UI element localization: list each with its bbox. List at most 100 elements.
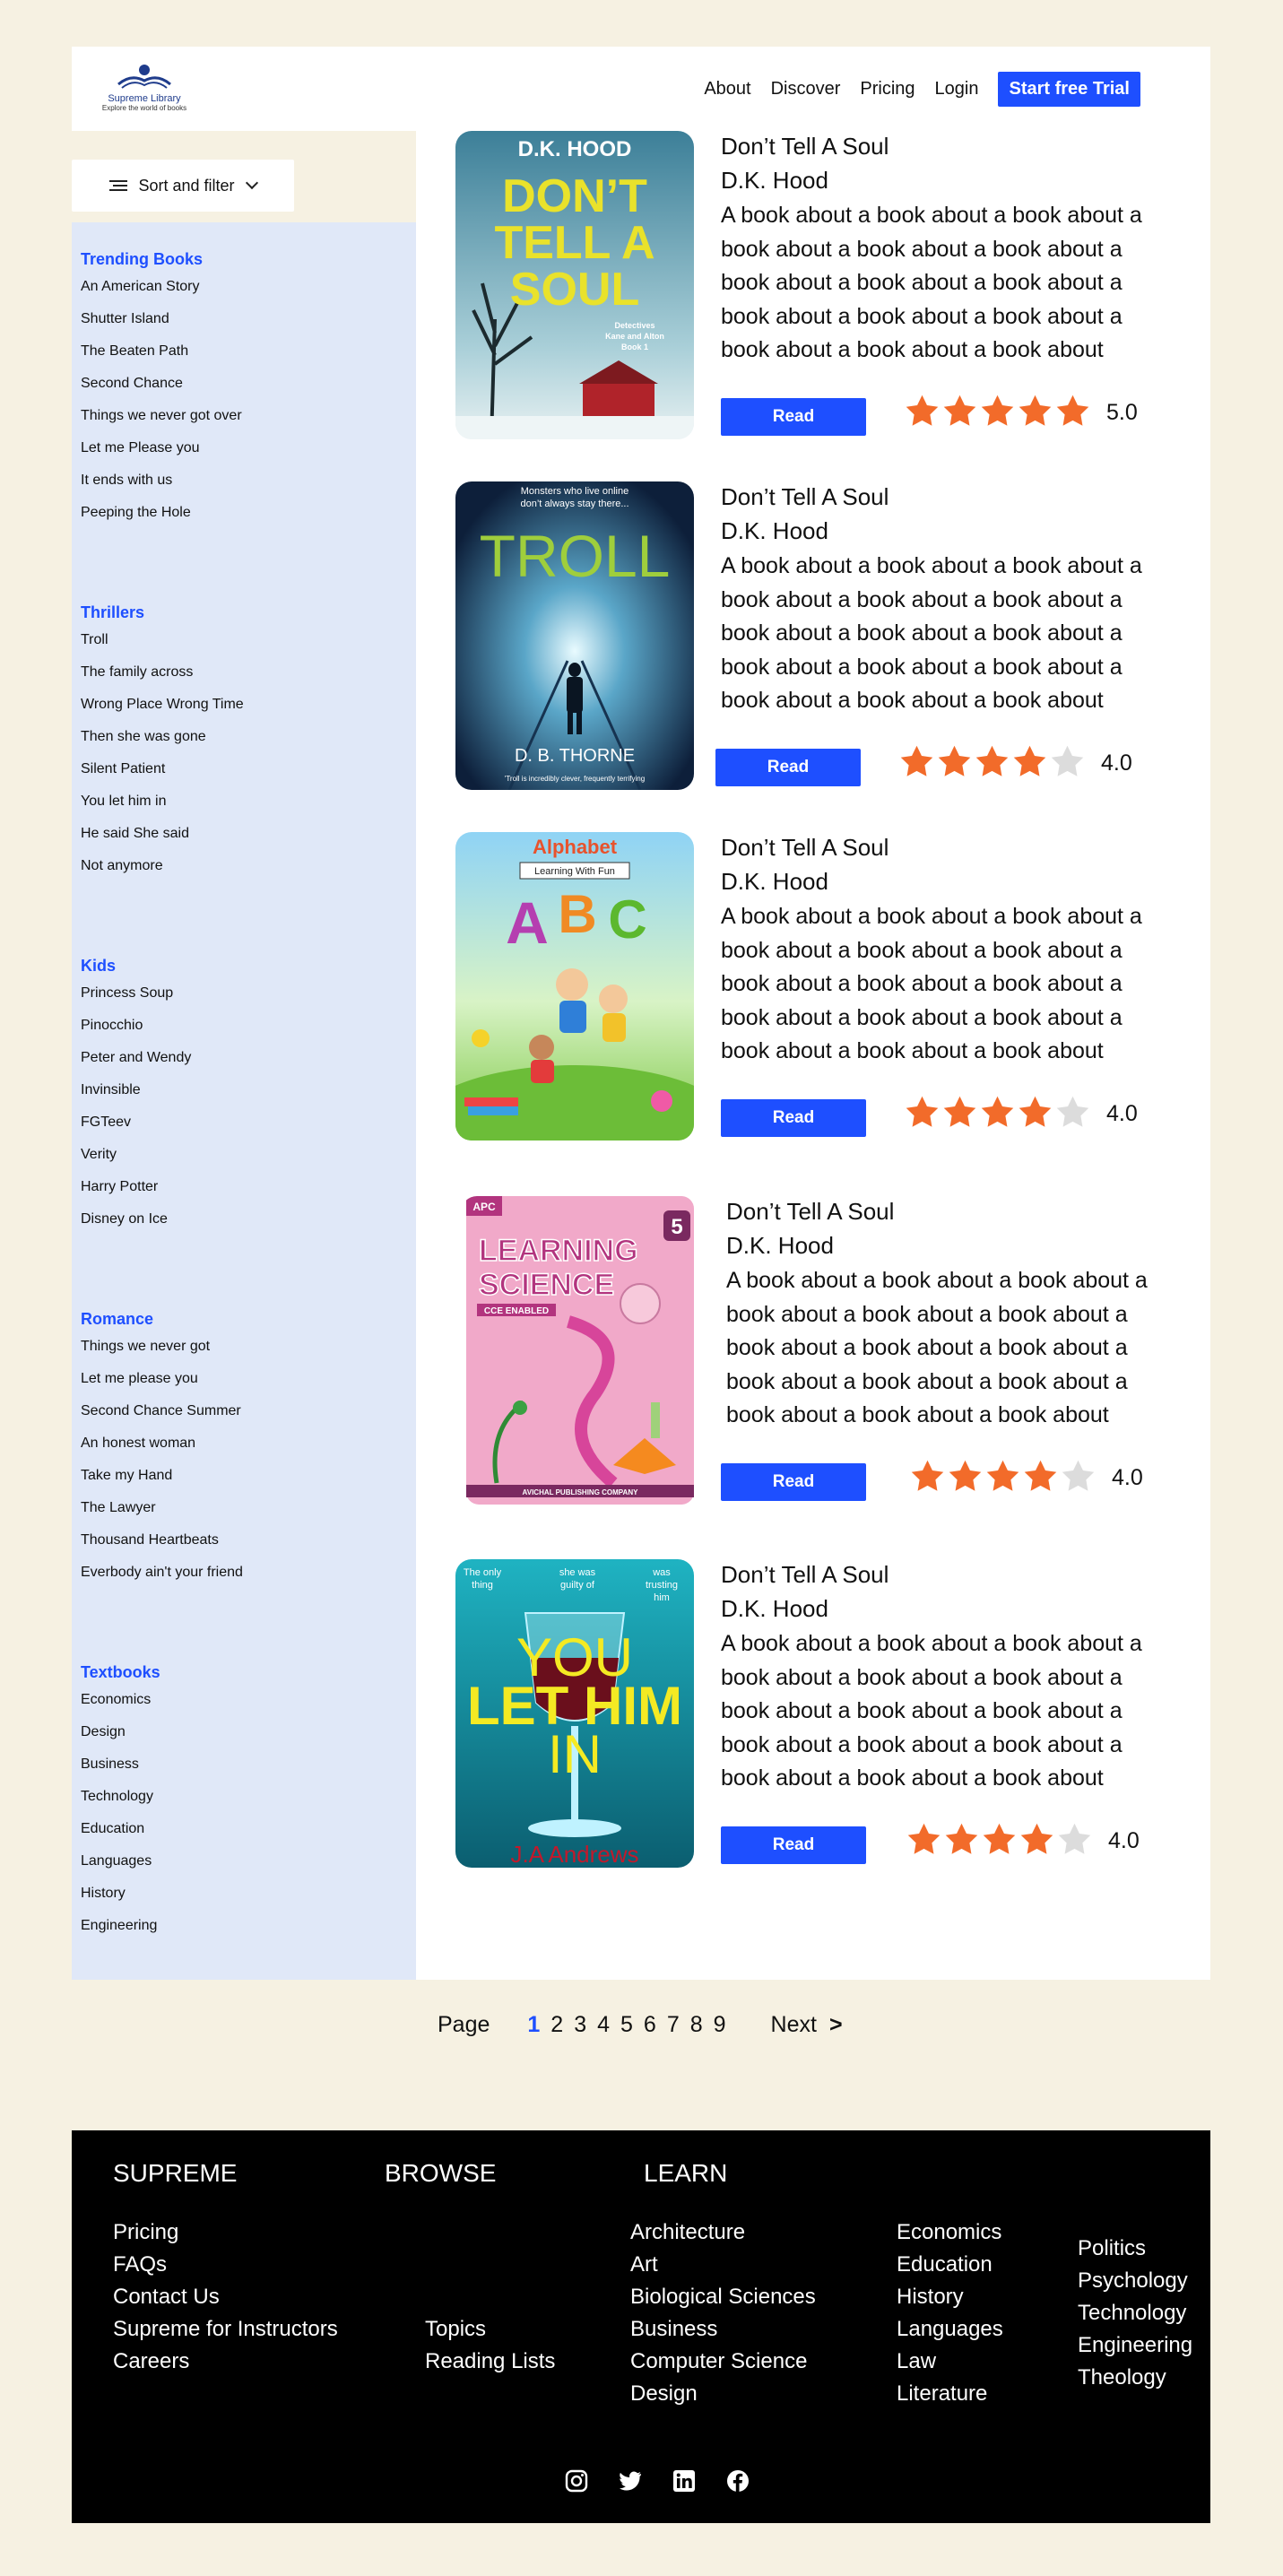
book-title[interactable]: Don’t Tell A Soul [721, 133, 889, 160]
footer-link[interactable]: Pricing [113, 2216, 338, 2249]
footer-subject-link[interactable]: Education [897, 2249, 1003, 2281]
category-title[interactable]: Romance [81, 1307, 407, 1331]
star-filled-icon[interactable] [984, 1458, 1021, 1495]
star-rating[interactable] [904, 393, 1092, 429]
category-item[interactable]: Then she was gone [81, 728, 407, 760]
book-cover[interactable]: Alphabet Learning With Fun A B C [455, 832, 694, 1141]
page-number[interactable]: 9 [714, 2012, 726, 2038]
footer-link[interactable]: Contact Us [113, 2281, 338, 2313]
star-filled-icon[interactable] [936, 743, 973, 780]
footer-link[interactable]: Reading Lists [425, 2346, 555, 2378]
sort-filter-button[interactable]: Sort and filter [72, 160, 294, 212]
linkedin-icon[interactable] [671, 2468, 698, 2494]
site-logo[interactable]: Supreme Library Explore the world of boo… [95, 63, 194, 117]
nav-discover[interactable]: Discover [771, 79, 841, 100]
star-filled-icon[interactable] [979, 393, 1016, 429]
footer-subject-link[interactable]: Architecture [630, 2216, 816, 2249]
category-item[interactable]: An honest woman [81, 1435, 407, 1467]
star-empty-icon[interactable] [1060, 1458, 1097, 1495]
footer-subject-link[interactable]: Art [630, 2249, 816, 2281]
category-item[interactable]: Invinsible [81, 1081, 407, 1114]
footer-subject-link[interactable]: Technology [1078, 2297, 1192, 2329]
nav-login[interactable]: Login [935, 79, 979, 100]
star-filled-icon[interactable] [1054, 393, 1091, 429]
category-item[interactable]: Design [81, 1723, 407, 1756]
star-rating[interactable] [909, 1458, 1097, 1495]
star-filled-icon[interactable] [941, 393, 978, 429]
category-title[interactable]: Thrillers [81, 601, 407, 624]
footer-subject-link[interactable]: Theology [1078, 2362, 1192, 2394]
star-filled-icon[interactable] [906, 1821, 942, 1858]
star-filled-icon[interactable] [1011, 743, 1048, 780]
category-item[interactable]: Things we never got over [81, 407, 407, 439]
footer-subject-link[interactable]: Languages [897, 2313, 1003, 2346]
footer-subject-link[interactable]: Economics [897, 2216, 1003, 2249]
footer-subject-link[interactable]: Computer Science [630, 2346, 816, 2378]
category-item[interactable]: An American Story [81, 278, 407, 310]
book-title[interactable]: Don’t Tell A Soul [721, 483, 889, 511]
instagram-icon[interactable] [563, 2468, 590, 2494]
book-title[interactable]: Don’t Tell A Soul [721, 834, 889, 862]
page-number[interactable]: 8 [690, 2012, 703, 2038]
category-item[interactable]: Disney on Ice [81, 1210, 407, 1243]
footer-subject-link[interactable]: Psychology [1078, 2265, 1192, 2297]
book-cover[interactable]: The only thing she was guilty of was trusting… [455, 1559, 694, 1868]
start-trial-button[interactable]: Start free Trial [998, 72, 1140, 107]
footer-subject-link[interactable]: Literature [897, 2378, 1003, 2410]
category-item[interactable]: Peter and Wendy [81, 1049, 407, 1081]
footer-link[interactable]: Careers [113, 2346, 338, 2378]
category-item[interactable]: The Lawyer [81, 1499, 407, 1531]
page-number[interactable]: 1 [527, 2012, 540, 2038]
category-item[interactable]: Let me Please you [81, 439, 407, 472]
category-item[interactable]: Second Chance [81, 375, 407, 407]
book-cover[interactable]: APC 5 LEARNING SCIENCE CCE ENABLED AVICHAL PU… [461, 1196, 699, 1505]
category-item[interactable]: Everbody ain't your friend [81, 1564, 407, 1596]
next-page-link[interactable]: Next [771, 2012, 817, 2038]
book-title[interactable]: Don’t Tell A Soul [726, 1198, 894, 1226]
category-title[interactable]: Kids [81, 954, 407, 977]
star-filled-icon[interactable] [1022, 1458, 1059, 1495]
page-number[interactable]: 2 [550, 2012, 563, 2038]
read-button[interactable]: Read [721, 1463, 866, 1501]
page-number[interactable]: 6 [644, 2012, 656, 2038]
category-item[interactable]: FGTeev [81, 1114, 407, 1146]
footer-subject-link[interactable]: Design [630, 2378, 816, 2410]
star-empty-icon[interactable] [1056, 1821, 1093, 1858]
star-filled-icon[interactable] [1017, 393, 1053, 429]
star-rating[interactable] [898, 743, 1087, 780]
category-item[interactable]: Verity [81, 1146, 407, 1178]
category-item[interactable]: Troll [81, 631, 407, 664]
star-filled-icon[interactable] [941, 1094, 978, 1131]
category-item[interactable]: Technology [81, 1788, 407, 1820]
page-number[interactable]: 7 [667, 2012, 680, 2038]
star-filled-icon[interactable] [1017, 1094, 1053, 1131]
read-button[interactable]: Read [721, 1099, 866, 1137]
category-item[interactable]: Engineering [81, 1917, 407, 1949]
category-item[interactable]: Business [81, 1756, 407, 1788]
nav-pricing[interactable]: Pricing [860, 79, 915, 100]
category-item[interactable]: Wrong Place Wrong Time [81, 696, 407, 728]
facebook-icon[interactable] [724, 2468, 751, 2494]
category-item[interactable]: Silent Patient [81, 760, 407, 793]
star-filled-icon[interactable] [981, 1821, 1018, 1858]
footer-subject-link[interactable]: Law [897, 2346, 1003, 2378]
footer-subject-link[interactable]: Biological Sciences [630, 2281, 816, 2313]
category-title[interactable]: Trending Books [81, 247, 407, 271]
star-filled-icon[interactable] [943, 1821, 980, 1858]
read-button[interactable]: Read [721, 1826, 866, 1864]
category-item[interactable]: Not anymore [81, 857, 407, 889]
read-button[interactable]: Read [721, 398, 866, 436]
category-item[interactable]: Economics [81, 1691, 407, 1723]
book-cover[interactable]: D.K. HOOD DON’T TELL A SOUL Detectives Kane a… [455, 131, 694, 439]
star-empty-icon[interactable] [1049, 743, 1086, 780]
category-item[interactable]: Thousand Heartbeats [81, 1531, 407, 1564]
category-item[interactable]: Second Chance Summer [81, 1402, 407, 1435]
category-item[interactable]: Let me please you [81, 1370, 407, 1402]
category-item[interactable]: Education [81, 1820, 407, 1852]
category-item[interactable]: The family across [81, 664, 407, 696]
category-item[interactable]: It ends with us [81, 472, 407, 504]
category-item[interactable]: You let him in [81, 793, 407, 825]
page-number[interactable]: 5 [620, 2012, 633, 2038]
star-filled-icon[interactable] [909, 1458, 946, 1495]
category-item[interactable]: Princess Soup [81, 984, 407, 1017]
